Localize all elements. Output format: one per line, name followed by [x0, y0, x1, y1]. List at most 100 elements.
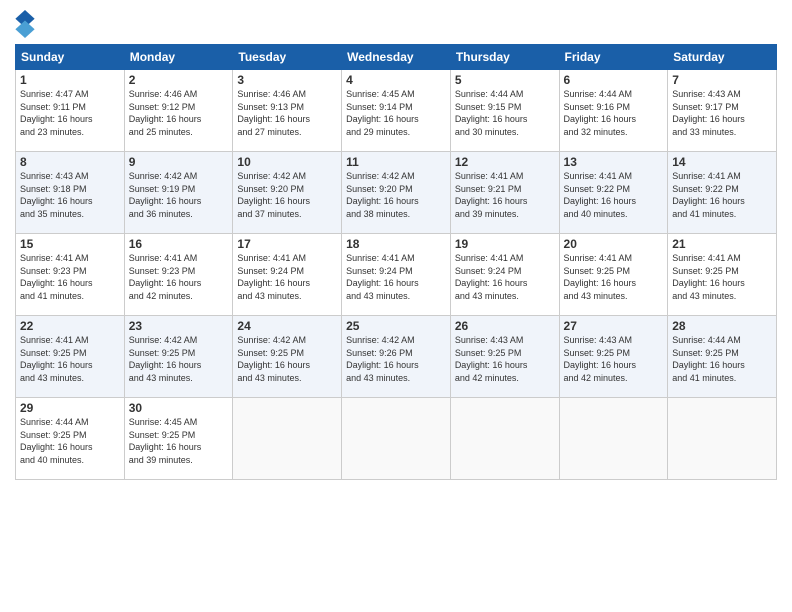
- day-info: Sunrise: 4:41 AM Sunset: 9:23 PM Dayligh…: [20, 253, 93, 301]
- day-number: 21: [672, 237, 772, 251]
- calendar-day-cell: 18Sunrise: 4:41 AM Sunset: 9:24 PM Dayli…: [342, 234, 451, 316]
- day-number: 16: [129, 237, 229, 251]
- day-info: Sunrise: 4:41 AM Sunset: 9:24 PM Dayligh…: [346, 253, 419, 301]
- header: [15, 10, 777, 38]
- day-info: Sunrise: 4:42 AM Sunset: 9:19 PM Dayligh…: [129, 171, 202, 219]
- calendar-day-cell: 6 Sunrise: 4:44 AM Sunset: 9:16 PM Daylig…: [559, 70, 668, 152]
- day-info: Sunrise: 4:45 AM Sunset: 9:25 PM Dayligh…: [129, 417, 202, 465]
- day-number: 24: [237, 319, 337, 333]
- day-info: Sunrise: 4:41 AM Sunset: 9:21 PM Dayligh…: [455, 171, 528, 219]
- day-number: 25: [346, 319, 446, 333]
- calendar-day-cell: 4 Sunrise: 4:45 AM Sunset: 9:14 PM Daylig…: [342, 70, 451, 152]
- day-number: 15: [20, 237, 120, 251]
- day-info: Sunrise: 4:41 AM Sunset: 9:23 PM Dayligh…: [129, 253, 202, 301]
- calendar-day-cell: 20 Sunrise: 4:41 AM Sunset: 9:25 PM Dayli…: [559, 234, 668, 316]
- day-info: Sunrise: 4:43 AM Sunset: 9:25 PM Dayligh…: [564, 335, 637, 383]
- day-number: 17: [237, 237, 337, 251]
- calendar-day-cell: 10Sunrise: 4:42 AM Sunset: 9:20 PM Dayli…: [233, 152, 342, 234]
- calendar-day-cell: 28 Sunrise: 4:44 AM Sunset: 9:25 PM Dayli…: [668, 316, 777, 398]
- day-number: 23: [129, 319, 229, 333]
- calendar-day-cell: 21 Sunrise: 4:41 AM Sunset: 9:25 PM Dayli…: [668, 234, 777, 316]
- calendar-day-cell: 3Sunrise: 4:46 AM Sunset: 9:13 PM Daylig…: [233, 70, 342, 152]
- calendar-day-cell: 26 Sunrise: 4:43 AM Sunset: 9:25 PM Dayli…: [450, 316, 559, 398]
- day-number: 3: [237, 73, 337, 87]
- day-number: 26: [455, 319, 555, 333]
- calendar-day-cell: [233, 398, 342, 480]
- calendar-day-cell: 13 Sunrise: 4:41 AM Sunset: 9:22 PM Dayli…: [559, 152, 668, 234]
- day-info: Sunrise: 4:41 AM Sunset: 9:24 PM Dayligh…: [455, 253, 528, 301]
- day-info: Sunrise: 4:45 AM Sunset: 9:14 PM Dayligh…: [346, 89, 419, 137]
- day-info: Sunrise: 4:42 AM Sunset: 9:25 PM Dayligh…: [129, 335, 202, 383]
- calendar-day-cell: 19 Sunrise: 4:41 AM Sunset: 9:24 PM Dayli…: [450, 234, 559, 316]
- day-info: Sunrise: 4:43 AM Sunset: 9:25 PM Dayligh…: [455, 335, 528, 383]
- calendar-day-cell: 30 Sunrise: 4:45 AM Sunset: 9:25 PM Dayli…: [124, 398, 233, 480]
- calendar-header-row: SundayMondayTuesdayWednesdayThursdayFrid…: [16, 45, 777, 70]
- day-info: Sunrise: 4:41 AM Sunset: 9:22 PM Dayligh…: [672, 171, 745, 219]
- day-info: Sunrise: 4:41 AM Sunset: 9:24 PM Dayligh…: [237, 253, 310, 301]
- day-number: 2: [129, 73, 229, 87]
- day-number: 5: [455, 73, 555, 87]
- calendar-day-cell: 25 Sunrise: 4:42 AM Sunset: 9:26 PM Dayli…: [342, 316, 451, 398]
- calendar-day-cell: 7 Sunrise: 4:43 AM Sunset: 9:17 PM Daylig…: [668, 70, 777, 152]
- calendar-day-cell: 1 Sunrise: 4:47 AM Sunset: 9:11 PM Daylig…: [16, 70, 125, 152]
- day-info: Sunrise: 4:47 AM Sunset: 9:11 PM Dayligh…: [20, 89, 93, 137]
- day-info: Sunrise: 4:44 AM Sunset: 9:16 PM Dayligh…: [564, 89, 637, 137]
- calendar-weekday-saturday: Saturday: [668, 45, 777, 70]
- day-info: Sunrise: 4:44 AM Sunset: 9:15 PM Dayligh…: [455, 89, 528, 137]
- logo: [15, 10, 39, 38]
- calendar-weekday-wednesday: Wednesday: [342, 45, 451, 70]
- day-number: 20: [564, 237, 664, 251]
- day-number: 28: [672, 319, 772, 333]
- day-number: 13: [564, 155, 664, 169]
- page: SundayMondayTuesdayWednesdayThursdayFrid…: [0, 0, 792, 612]
- day-number: 8: [20, 155, 120, 169]
- day-number: 30: [129, 401, 229, 415]
- calendar-weekday-tuesday: Tuesday: [233, 45, 342, 70]
- calendar-weekday-thursday: Thursday: [450, 45, 559, 70]
- day-number: 6: [564, 73, 664, 87]
- calendar-day-cell: 8 Sunrise: 4:43 AM Sunset: 9:18 PM Daylig…: [16, 152, 125, 234]
- calendar-day-cell: 22Sunrise: 4:41 AM Sunset: 9:25 PM Dayli…: [16, 316, 125, 398]
- day-info: Sunrise: 4:41 AM Sunset: 9:22 PM Dayligh…: [564, 171, 637, 219]
- calendar-day-cell: 2Sunrise: 4:46 AM Sunset: 9:12 PM Daylig…: [124, 70, 233, 152]
- day-number: 1: [20, 73, 120, 87]
- calendar-day-cell: 9Sunrise: 4:42 AM Sunset: 9:19 PM Daylig…: [124, 152, 233, 234]
- calendar-weekday-monday: Monday: [124, 45, 233, 70]
- day-info: Sunrise: 4:41 AM Sunset: 9:25 PM Dayligh…: [672, 253, 745, 301]
- calendar-day-cell: 27Sunrise: 4:43 AM Sunset: 9:25 PM Dayli…: [559, 316, 668, 398]
- calendar-day-cell: 14 Sunrise: 4:41 AM Sunset: 9:22 PM Dayli…: [668, 152, 777, 234]
- calendar-week-row: 29Sunrise: 4:44 AM Sunset: 9:25 PM Dayli…: [16, 398, 777, 480]
- day-number: 4: [346, 73, 446, 87]
- calendar-day-cell: [342, 398, 451, 480]
- calendar-week-row: 8 Sunrise: 4:43 AM Sunset: 9:18 PM Daylig…: [16, 152, 777, 234]
- calendar-day-cell: 15 Sunrise: 4:41 AM Sunset: 9:23 PM Dayli…: [16, 234, 125, 316]
- calendar-weekday-friday: Friday: [559, 45, 668, 70]
- calendar-day-cell: 24 Sunrise: 4:42 AM Sunset: 9:25 PM Dayli…: [233, 316, 342, 398]
- day-info: Sunrise: 4:44 AM Sunset: 9:25 PM Dayligh…: [672, 335, 745, 383]
- day-info: Sunrise: 4:42 AM Sunset: 9:26 PM Dayligh…: [346, 335, 419, 383]
- day-number: 29: [20, 401, 120, 415]
- calendar-week-row: 1 Sunrise: 4:47 AM Sunset: 9:11 PM Daylig…: [16, 70, 777, 152]
- day-info: Sunrise: 4:43 AM Sunset: 9:17 PM Dayligh…: [672, 89, 745, 137]
- day-number: 19: [455, 237, 555, 251]
- calendar-week-row: 15 Sunrise: 4:41 AM Sunset: 9:23 PM Dayli…: [16, 234, 777, 316]
- day-number: 22: [20, 319, 120, 333]
- day-info: Sunrise: 4:41 AM Sunset: 9:25 PM Dayligh…: [564, 253, 637, 301]
- calendar-weekday-sunday: Sunday: [16, 45, 125, 70]
- calendar-day-cell: 12Sunrise: 4:41 AM Sunset: 9:21 PM Dayli…: [450, 152, 559, 234]
- day-number: 10: [237, 155, 337, 169]
- day-number: 7: [672, 73, 772, 87]
- calendar-day-cell: 5 Sunrise: 4:44 AM Sunset: 9:15 PM Daylig…: [450, 70, 559, 152]
- day-info: Sunrise: 4:42 AM Sunset: 9:25 PM Dayligh…: [237, 335, 310, 383]
- day-number: 14: [672, 155, 772, 169]
- logo-icon: [15, 10, 35, 38]
- day-info: Sunrise: 4:43 AM Sunset: 9:18 PM Dayligh…: [20, 171, 93, 219]
- calendar-day-cell: [450, 398, 559, 480]
- day-number: 11: [346, 155, 446, 169]
- calendar-day-cell: [559, 398, 668, 480]
- calendar-table: SundayMondayTuesdayWednesdayThursdayFrid…: [15, 44, 777, 480]
- calendar-day-cell: 11Sunrise: 4:42 AM Sunset: 9:20 PM Dayli…: [342, 152, 451, 234]
- calendar-day-cell: 17 Sunrise: 4:41 AM Sunset: 9:24 PM Dayli…: [233, 234, 342, 316]
- calendar-day-cell: 16 Sunrise: 4:41 AM Sunset: 9:23 PM Dayli…: [124, 234, 233, 316]
- calendar-day-cell: [668, 398, 777, 480]
